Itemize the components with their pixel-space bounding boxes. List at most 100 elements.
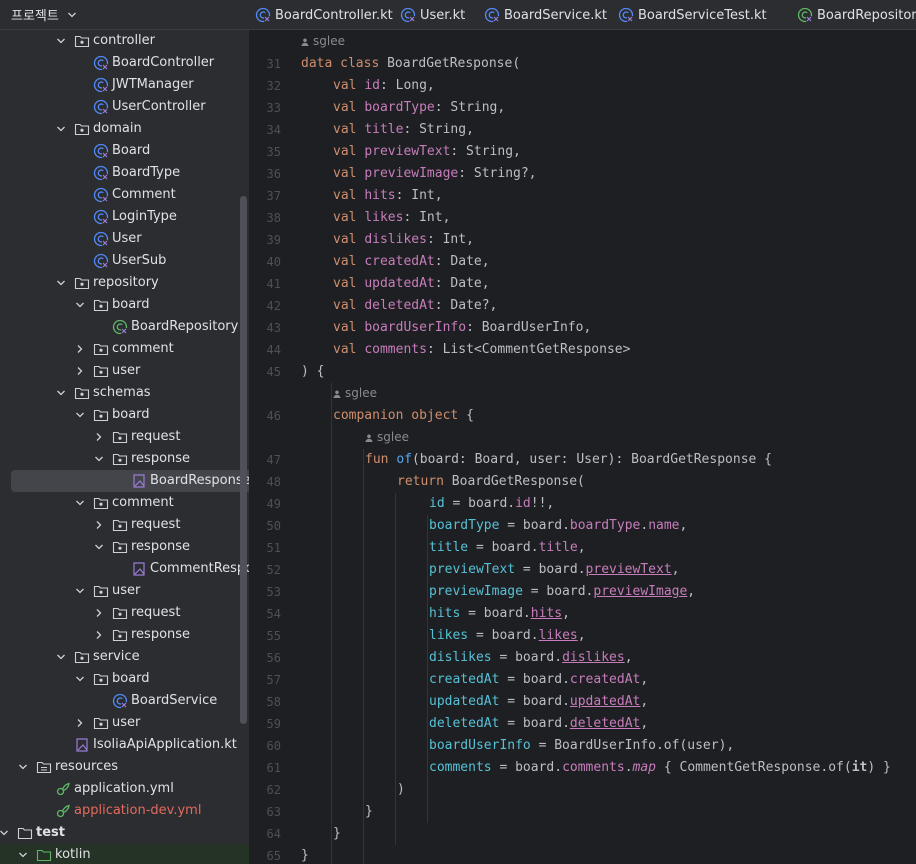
kotlin-file-icon [133,562,145,576]
author-hint-line[interactable]: sglee [249,427,916,449]
tree-item[interactable]: schemas [0,382,249,404]
chevron-right-icon[interactable] [94,432,104,442]
tree-item[interactable]: board [0,668,249,690]
tree-item[interactable]: response [0,536,249,558]
chevron-down-icon[interactable] [56,124,66,134]
chevron-down-icon[interactable] [18,850,28,860]
tree-item[interactable]: controller [0,30,249,52]
code-editor[interactable]: sglee 31 data class BoardGetResponse(32 val… [249,30,916,864]
package-icon [112,453,128,466]
tree-item[interactable]: LoginType [0,206,249,228]
tree-item-label: BoardService [131,693,218,708]
author-hint-line[interactable]: sglee [249,31,916,53]
tree-item-label: user [112,583,141,598]
code-token: { CommentGetResponse.of( [656,760,852,775]
code-text: val id: Long, [333,78,435,93]
editor-tab[interactable]: BoardService.kt [484,0,607,29]
tree-item[interactable]: board [0,294,249,316]
tree-item[interactable]: Comment [0,184,249,206]
code-text: createdAt = board.createdAt, [429,672,648,687]
code-text: updatedAt = board.updatedAt, [429,694,648,709]
tree-item[interactable]: BoardResponse.kt [11,470,249,492]
code-token: companion object [333,408,467,423]
chevron-right-icon[interactable] [94,608,104,618]
tree-item[interactable]: UserController [0,96,249,118]
package-icon [93,585,109,598]
author-hint[interactable]: sglee [301,34,345,48]
code-text: val comments: List<CommentGetResponse> [333,342,630,357]
code-token: return [397,474,452,489]
tree-item[interactable]: resources [0,756,249,778]
chevron-down-icon[interactable] [75,674,85,684]
class-icon [618,7,634,23]
editor-tab[interactable]: BoardController.kt [255,0,393,29]
chevron-down-icon[interactable] [56,278,66,288]
author-name: sglee [377,430,409,444]
code-token: : String?, [458,166,537,181]
chevron-down-icon[interactable] [75,586,85,596]
tree-item[interactable]: request [0,514,249,536]
tree-item[interactable]: application.yml [0,778,249,800]
tree-item[interactable]: BoardController [0,52,249,74]
tree-item[interactable]: response [0,624,249,646]
tree-item[interactable]: CommentResponse.kt [0,558,249,580]
chevron-down-icon[interactable] [94,542,104,552]
author-hint[interactable]: sglee [365,430,409,444]
tree-item[interactable]: user [0,712,249,734]
tree-item[interactable]: BoardRepository [0,316,249,338]
tree-item[interactable]: board [0,404,249,426]
tree-item[interactable]: user [0,360,249,382]
tree-item[interactable]: IsoliaApiApplication.kt [0,734,249,756]
tree-item[interactable]: repository [0,272,249,294]
sidebar-scrollbar[interactable] [240,196,247,724]
chevron-down-icon[interactable] [94,454,104,464]
author-hint-line[interactable]: sglee [249,383,916,405]
chevron-right-icon[interactable] [94,630,104,640]
tree-item[interactable]: BoardType [0,162,249,184]
chevron-down-icon[interactable] [75,300,85,310]
chevron-down-icon[interactable] [75,498,85,508]
chevron-right-icon[interactable] [75,344,85,354]
chevron-down-icon[interactable] [56,652,66,662]
tree-item[interactable]: comment [0,338,249,360]
tree-item[interactable]: service [0,646,249,668]
tree-item[interactable]: kotlin [0,844,249,864]
indent-guide [395,493,396,845]
tree-item[interactable]: response [0,448,249,470]
editor-tab[interactable]: User.kt [400,0,465,29]
author-hint[interactable]: sglee [333,386,377,400]
tree-item[interactable]: application-dev.yml [0,800,249,822]
chevron-down-icon[interactable] [75,410,85,420]
tree-item[interactable]: user [0,580,249,602]
code-token: boardType [364,100,435,115]
editor-tab[interactable]: BoardServiceTest.kt [618,0,767,29]
tree-item[interactable]: request [0,426,249,448]
tree-item[interactable]: BoardService [0,690,249,712]
chevron-right-icon[interactable] [75,718,85,728]
chevron-down-icon[interactable] [0,828,9,838]
chevron-right-icon[interactable] [94,520,104,530]
tree-item[interactable]: request [0,602,249,624]
code-text: val deletedAt: Date?, [333,298,497,313]
chevron-down-icon[interactable] [18,762,28,772]
code-token: name [648,518,680,533]
chevron-down-icon[interactable] [56,388,66,398]
code-token: deletedAt [429,716,500,731]
chevron-down-icon[interactable] [56,36,66,46]
tree-item[interactable]: User [0,228,249,250]
package-icon [93,717,109,730]
tree-item[interactable]: domain [0,118,249,140]
tree-item[interactable]: comment [0,492,249,514]
chevron-right-icon[interactable] [75,366,85,376]
code-text: val updatedAt: Date, [333,276,490,291]
tree-item[interactable]: UserSub [0,250,249,272]
tree-item[interactable]: Board [0,140,249,162]
tree-item[interactable]: test [0,822,249,844]
code-text: data class BoardGetResponse( [301,56,520,71]
tree-item[interactable]: JWTManager [0,74,249,96]
editor-tab[interactable]: BoardRepository.kt [797,0,916,29]
package-icon [74,35,90,48]
project-header[interactable]: 프로젝트 [0,0,249,30]
code-token: : Date, [434,254,490,269]
chevron-down-icon[interactable] [67,10,77,20]
